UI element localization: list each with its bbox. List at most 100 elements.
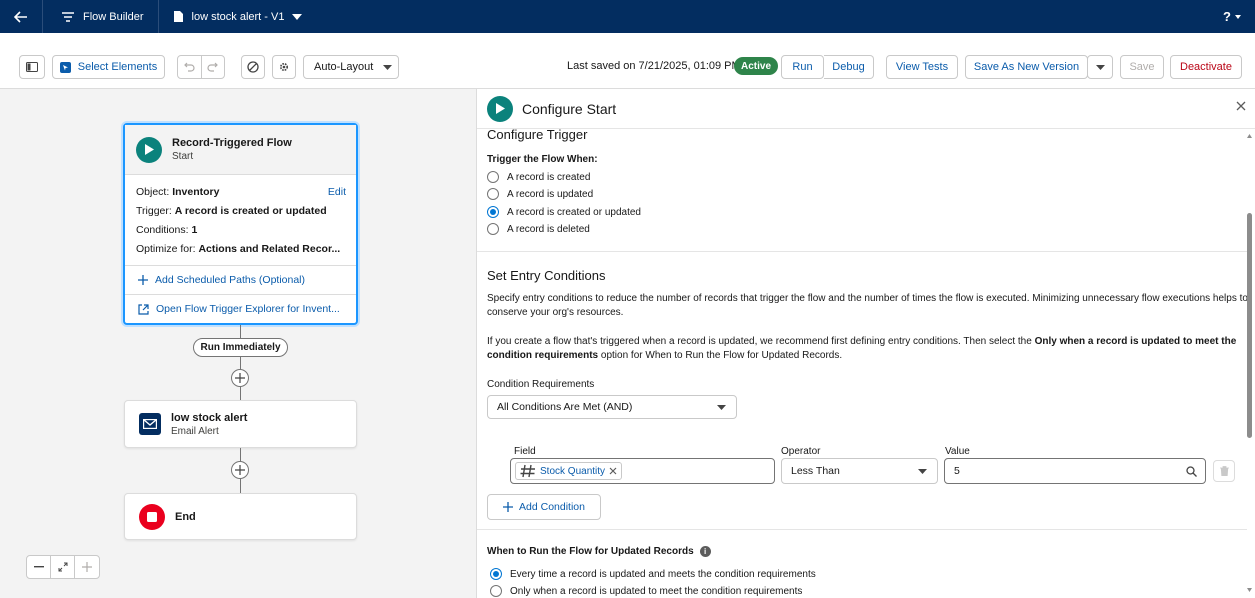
trigger-option-created-or-updated-label: A record is created or updated [507,207,641,218]
run-option-only-when-label: Only when a record is updated to meet th… [510,586,803,597]
trash-icon [1219,466,1229,476]
redo-button[interactable] [201,56,224,78]
flow-canvas[interactable]: Record-Triggered Flow Start Object: Inve… [0,89,476,598]
trigger-when-label: Trigger the Flow When: [487,154,598,165]
field-pill[interactable]: Stock Quantity [515,462,623,480]
back-button[interactable] [0,0,42,33]
trigger-option-deleted-label: A record is deleted [507,224,590,235]
layout-mode-label: Auto-Layout [314,61,374,73]
connector [240,325,241,338]
start-node[interactable]: Record-Triggered Flow Start Object: Inve… [123,123,358,325]
debug-button[interactable]: Debug [824,55,874,79]
trigger-option-updated-radio[interactable] [487,188,499,200]
back-arrow-icon [14,10,27,23]
help-menu[interactable]: ? [1223,9,1241,24]
conditions-value: 1 [191,224,198,236]
close-panel-button[interactable] [1236,101,1246,111]
save-button[interactable]: Save [1120,55,1164,79]
add-condition-button[interactable]: Add Condition [487,494,601,520]
flow-tab-label: low stock alert - V1 [191,10,285,23]
run-option-only-when-radio[interactable] [490,585,502,597]
save-menu-button[interactable] [1087,55,1113,79]
plus-icon [235,465,245,475]
deactivate-button[interactable]: Deactivate [1170,55,1242,79]
undo-redo-group [177,55,225,79]
end-node[interactable]: End [124,493,357,540]
document-icon [173,11,183,22]
entry-description-line-1: Specify entry conditions to reduce the n… [487,293,1247,304]
divider [477,529,1247,530]
last-saved-text: Last saved on 7/21/2025, 01:09 PM [567,60,741,72]
run-label: Run [792,61,813,73]
status-badge: Active [734,57,779,75]
panel-icon [26,62,38,72]
flow-tab[interactable]: low stock alert - V1 [159,0,317,33]
run-button[interactable]: Run [781,55,824,79]
view-tests-button[interactable]: View Tests [886,55,958,79]
info-icon[interactable]: i [699,546,711,557]
add-element-button[interactable] [231,461,249,479]
run-option-every-time-radio[interactable] [490,568,502,580]
scroll-thumb[interactable] [1247,213,1252,438]
chevron-down-icon [1095,64,1105,70]
zoom-out-button[interactable] [27,556,51,578]
zoom-in-button[interactable] [75,556,99,578]
panel-title: Configure Start [522,100,617,117]
search-icon [1186,466,1197,477]
panel-scrollbar[interactable] [1246,129,1253,598]
save-as-new-version-button[interactable]: Save As New Version [965,55,1088,79]
chevron-down-icon [292,13,303,20]
undo-button[interactable] [178,56,201,78]
field-input[interactable]: Stock Quantity [510,458,775,484]
trigger-option-created-radio[interactable] [487,171,499,183]
undo-icon [184,62,195,72]
panel-body[interactable]: Configure Trigger Trigger the Flow When:… [477,129,1247,598]
trigger-option-deleted-radio[interactable] [487,223,499,235]
caret-down-icon [1235,14,1241,19]
configure-trigger-heading: Configure Trigger [487,129,588,142]
operator-select[interactable]: Less Than [781,458,938,484]
condition-requirements-select[interactable]: All Conditions Are Met (AND) [487,395,737,419]
number-hash-icon [520,464,535,478]
field-column-label: Field [514,446,536,457]
value-column-label: Value [945,446,970,457]
redo-icon [207,62,218,72]
trigger-option-created-or-updated-radio[interactable] [487,206,499,218]
edit-link[interactable]: Edit [328,183,346,202]
add-scheduled-paths-label: Add Scheduled Paths (Optional) [155,274,306,286]
minus-icon [33,566,44,568]
field-pill-label: Stock Quantity [540,465,606,477]
end-node-title: End [175,510,196,523]
select-elements-button[interactable]: Select Elements [52,55,165,79]
optimize-value: Actions and Related Recor... [198,243,341,255]
run-immediately-label: Run Immediately [193,338,288,357]
settings-button[interactable] [272,55,296,79]
play-icon [487,95,513,122]
trigger-option-updated-label: A record is updated [507,189,594,200]
add-scheduled-paths-link[interactable]: Add Scheduled Paths (Optional) [125,265,356,294]
plus-icon [235,373,245,383]
remove-icon [609,467,617,475]
delete-condition-button[interactable] [1213,460,1235,482]
divider [477,251,1247,252]
clear-button[interactable] [241,55,265,79]
add-element-button[interactable] [231,369,249,387]
open-trigger-explorer-label: Open Flow Trigger Explorer for Invent... [156,303,340,315]
layout-mode-select[interactable]: Auto-Layout [303,55,399,79]
panel-header: Configure Start [477,89,1255,129]
plus-icon [82,562,92,572]
fit-icon [58,562,67,572]
value-input[interactable]: 5 [944,458,1206,484]
chevron-down-icon [717,405,726,410]
fit-view-button[interactable] [51,556,75,578]
toggle-toolbox-button[interactable] [19,55,45,79]
entry-tip-line-1: If you create a flow that's triggered wh… [487,336,1236,347]
deactivate-label: Deactivate [1180,61,1232,73]
object-value: Inventory [172,186,220,198]
email-node-title: low stock alert [171,411,248,424]
app-name: Flow Builder [42,0,159,33]
open-trigger-explorer-link[interactable]: Open Flow Trigger Explorer for Invent... [125,294,356,323]
entry-tip-1a: If you create a flow that's triggered wh… [487,336,1035,347]
email-alert-node[interactable]: low stock alert Email Alert [124,400,357,448]
optimize-label: Optimize for: [136,243,196,255]
